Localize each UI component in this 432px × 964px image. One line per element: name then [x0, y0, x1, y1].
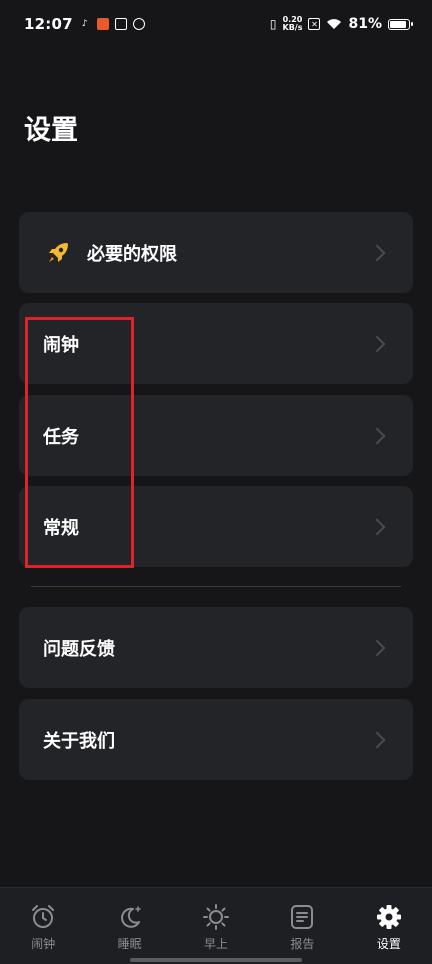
permissions-row[interactable]: 必要的权限 [19, 212, 413, 293]
about-row[interactable]: 关于我们 [19, 699, 413, 780]
nav-tab-morning-label: 早上 [204, 937, 229, 951]
nav-tab-report-label: 报告 [290, 937, 315, 951]
task-settings-row[interactable]: 任务 [19, 395, 413, 476]
battery-percent: 81% [348, 16, 382, 32]
calendar-notification-icon [114, 18, 127, 30]
link-notification-icon [132, 18, 145, 30]
chevron-right-icon [368, 335, 386, 352]
network-speed-unit: KB/s [282, 23, 303, 32]
status-bar: 12:07 ♪ ▯ 0.20 KB/s ✕ 81% [0, 0, 432, 48]
task-settings-label: 任务 [43, 426, 79, 448]
page-title: 设置 [24, 115, 78, 146]
alarm-settings-label: 闹钟 [43, 334, 79, 356]
vibrate-icon: ▯ [269, 17, 277, 31]
nav-tab-sleep[interactable]: 睡眠 [86, 888, 172, 964]
nav-tab-alarm-label: 闹钟 [31, 937, 56, 951]
gear-icon [376, 905, 401, 929]
general-settings-row[interactable]: 常规 [19, 486, 413, 567]
nav-tab-settings-label: 设置 [376, 937, 401, 951]
sun-icon [203, 904, 230, 930]
battery-icon [388, 18, 413, 30]
general-settings-label: 常规 [43, 517, 79, 539]
nav-tab-settings[interactable]: 设置 [346, 888, 432, 964]
app-notification-icon [96, 18, 109, 30]
chevron-right-icon [368, 731, 386, 748]
moon-icon [120, 906, 141, 928]
permissions-label: 必要的权限 [87, 243, 177, 265]
network-speed: 0.20 KB/s [283, 16, 303, 32]
chevron-right-icon [368, 518, 386, 535]
chevron-right-icon [368, 427, 386, 444]
feedback-label: 问题反馈 [43, 638, 115, 660]
section-divider [31, 586, 401, 587]
alarm-clock-icon [32, 905, 55, 928]
chevron-right-icon [368, 244, 386, 261]
nav-tab-report[interactable]: 报告 [259, 888, 345, 964]
bottom-nav: 闹钟 睡眠 早上 报告 设置 [0, 887, 432, 964]
chevron-right-icon [368, 639, 386, 656]
home-indicator[interactable] [130, 958, 302, 962]
alarm-settings-row[interactable]: 闹钟 [19, 303, 413, 384]
nav-tab-alarm[interactable]: 闹钟 [0, 888, 86, 964]
wifi-icon [327, 19, 342, 29]
about-label: 关于我们 [43, 730, 115, 752]
report-icon [291, 905, 314, 929]
nav-tab-sleep-label: 睡眠 [117, 937, 142, 951]
status-time: 12:07 [24, 15, 73, 33]
feedback-row[interactable]: 问题反馈 [19, 607, 413, 688]
no-sim-icon: ✕ [308, 18, 321, 30]
tiktok-notification-icon: ♪ [81, 19, 88, 29]
nav-tab-morning[interactable]: 早上 [173, 888, 259, 964]
rocket-icon [49, 242, 68, 262]
